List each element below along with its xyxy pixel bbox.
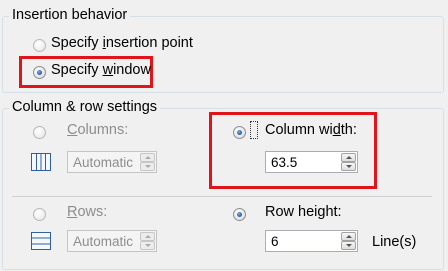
row-height-spin-up-button[interactable]: [341, 232, 356, 241]
rows-icon: [31, 232, 51, 250]
rows-label[interactable]: Rows:: [67, 204, 107, 220]
rows-spinner[interactable]: Automatic: [67, 230, 157, 252]
columns-spin-up-button[interactable]: [140, 153, 155, 162]
columns-value: Automatic: [73, 155, 134, 170]
focus-rect: [250, 121, 258, 139]
columns-spin-down-button[interactable]: [140, 162, 155, 171]
column-row-settings-legend: Column & row settings: [9, 99, 161, 115]
columns-spinner[interactable]: Automatic: [67, 151, 157, 173]
row-height-value: 6: [271, 234, 279, 249]
specify-window-radio[interactable]: [33, 66, 46, 79]
insertion-behavior-legend: Insertion behavior: [9, 7, 131, 23]
column-width-label[interactable]: Column width:: [265, 122, 357, 138]
rows-spin-down-button[interactable]: [140, 241, 155, 250]
column-width-value: 63.5: [271, 155, 298, 170]
columns-radio[interactable]: [33, 126, 46, 139]
row-height-spinner[interactable]: 6: [265, 230, 358, 252]
divider: [12, 196, 432, 197]
rows-spin-up-button[interactable]: [140, 232, 155, 241]
row-height-spin-down-button[interactable]: [341, 241, 356, 250]
column-width-spinner[interactable]: 63.5: [265, 151, 358, 173]
column-width-radio[interactable]: [233, 126, 246, 139]
column-width-spin-up-button[interactable]: [341, 153, 356, 162]
column-width-spin-down-button[interactable]: [341, 162, 356, 171]
columns-label[interactable]: Columns:: [67, 122, 128, 138]
rows-radio[interactable]: [33, 208, 46, 221]
specify-insertion-point-radio[interactable]: [33, 39, 46, 52]
rows-value: Automatic: [73, 234, 134, 249]
columns-icon: [31, 153, 51, 171]
row-height-label[interactable]: Row height:: [265, 204, 342, 220]
specify-window-label[interactable]: Specify window: [51, 62, 151, 78]
specify-insertion-point-label[interactable]: Specify insertion point: [51, 35, 193, 51]
row-height-radio[interactable]: [233, 208, 246, 221]
row-height-unit: Line(s): [372, 234, 417, 250]
